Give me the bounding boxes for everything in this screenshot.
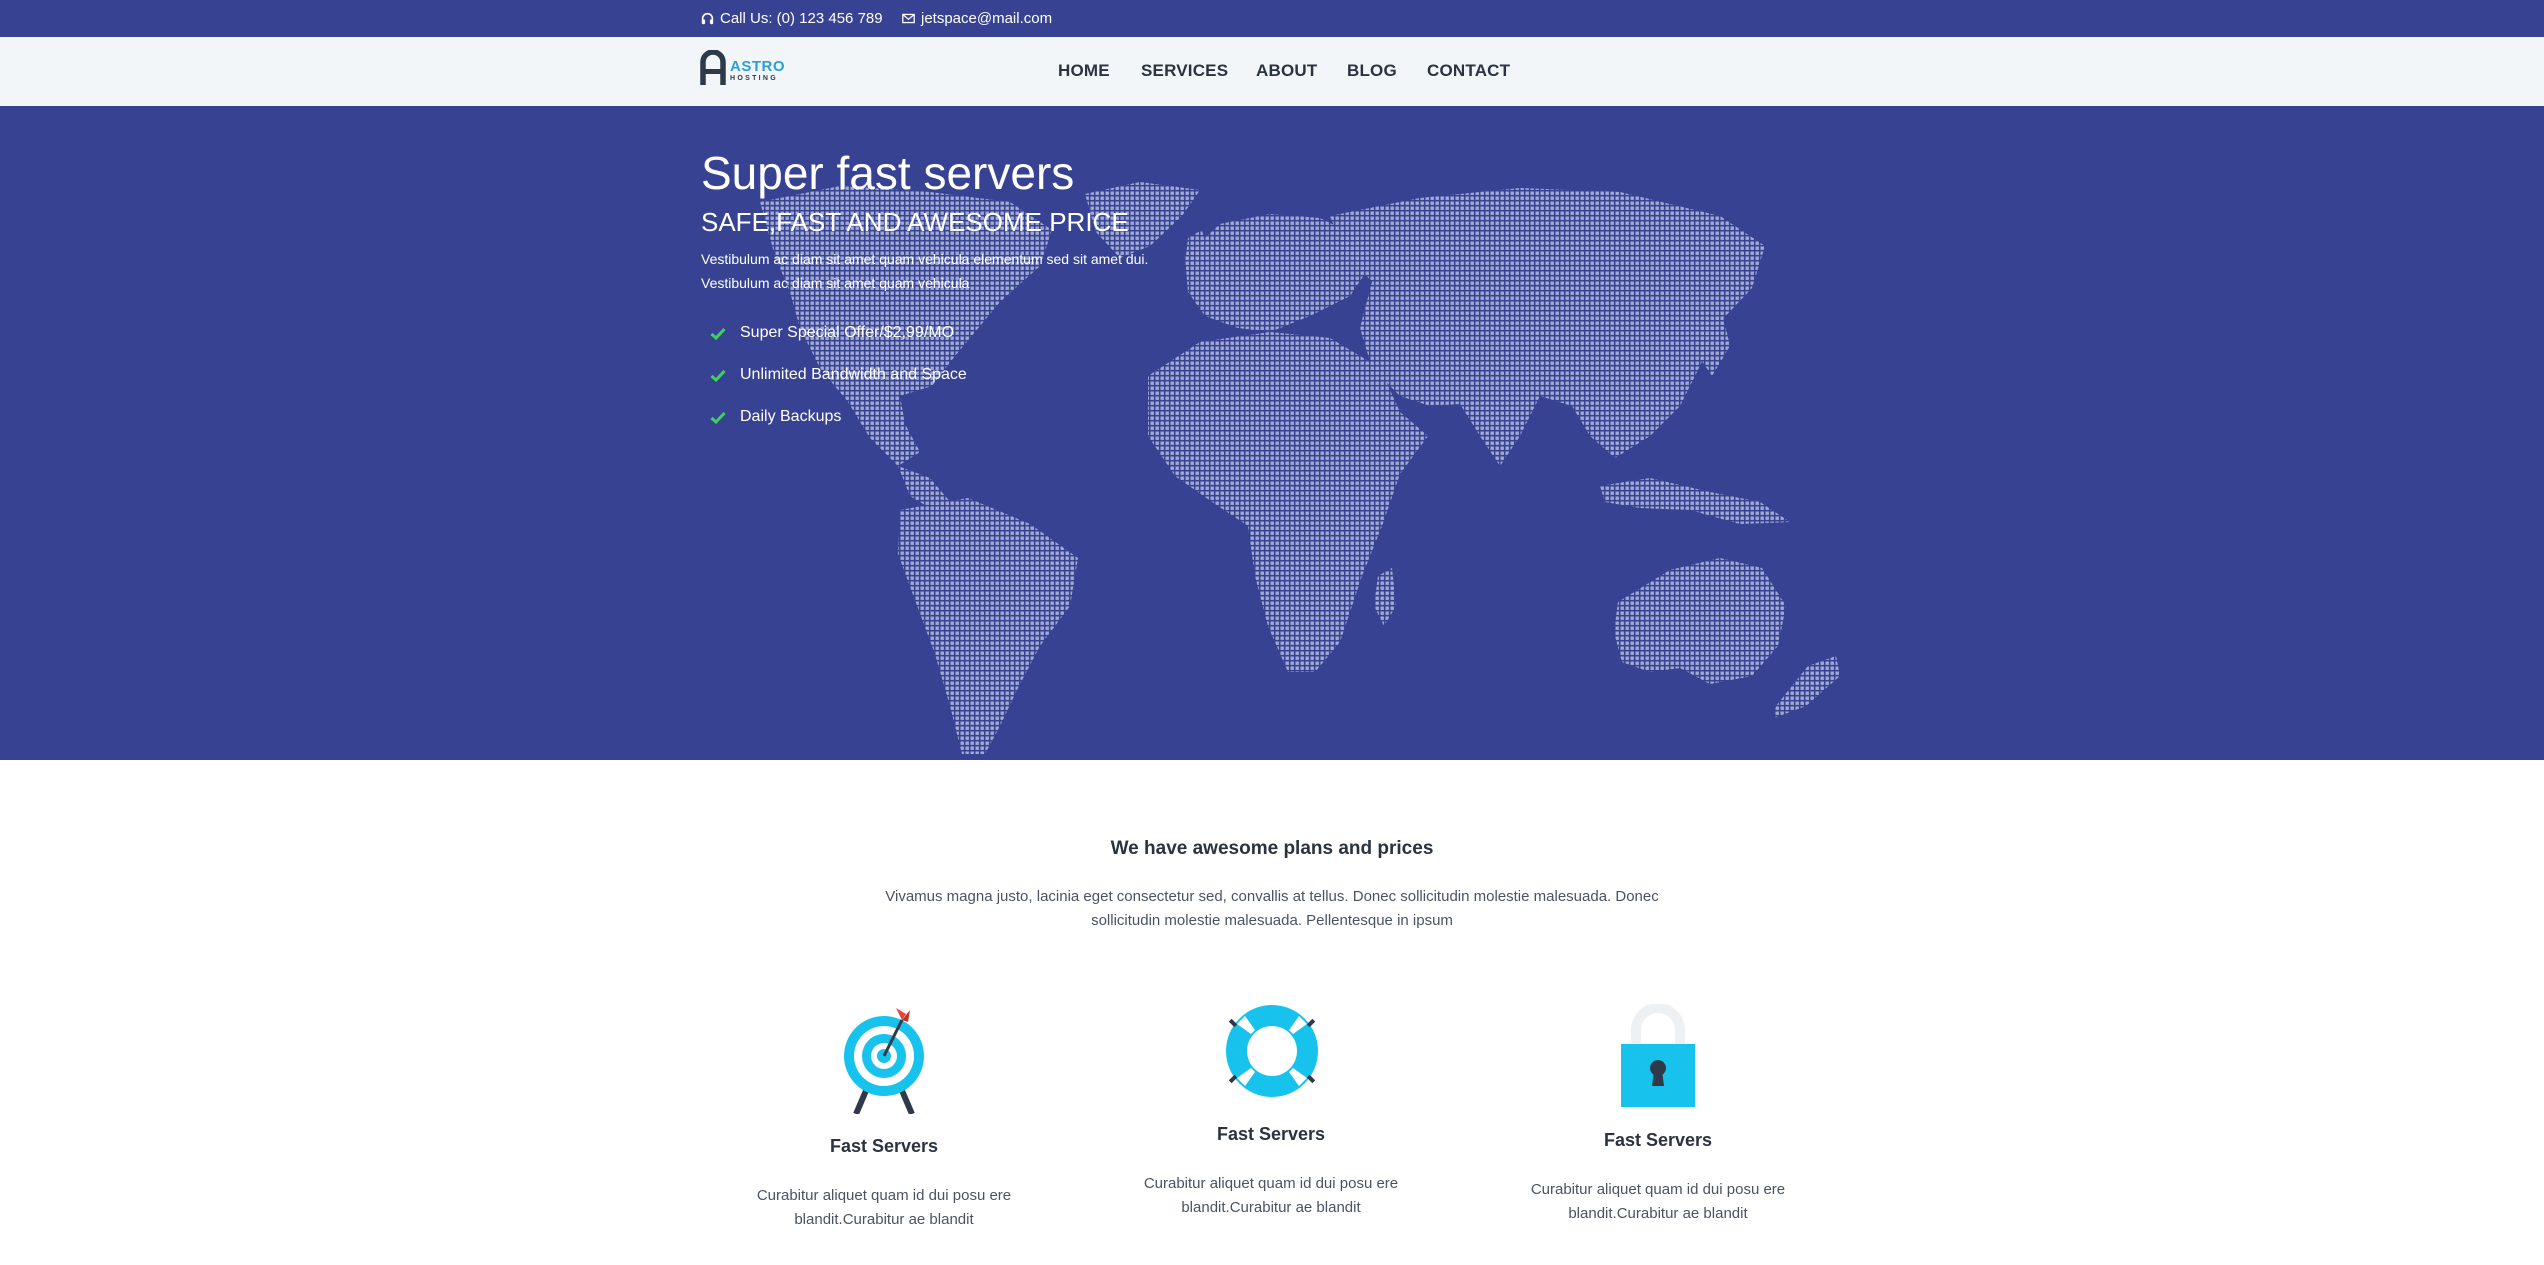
feature-label: Daily Backups xyxy=(740,408,842,425)
logo-name: ASTRO xyxy=(730,57,785,75)
email-text: jetspace@mail.com xyxy=(921,9,1053,27)
hero-description-line-1: Vestibulum ac diam sit amet quam vehicul… xyxy=(701,251,1149,267)
hero-title: Super fast servers xyxy=(701,147,1075,199)
nav-blog[interactable]: BLOG xyxy=(1347,61,1397,81)
nav-contact[interactable]: CONTACT xyxy=(1427,61,1510,81)
hero-description: Vestibulum ac diam sit amet quam vehicul… xyxy=(701,247,1221,295)
feature-card: Fast Servers Curabitur aliquet quam id d… xyxy=(734,1000,1034,1240)
phone-text: Call Us: (0) 123 456 789 xyxy=(720,9,883,27)
target-icon xyxy=(840,1006,928,1119)
logo-tagline: HOSTING xyxy=(730,74,778,82)
contact-email[interactable]: jetspace@mail.com xyxy=(902,9,1052,27)
logo-mark-icon xyxy=(700,48,726,91)
check-icon xyxy=(710,369,726,382)
envelope-icon xyxy=(902,13,915,24)
lifebuoy-icon xyxy=(1225,1004,1319,1103)
site-header: ASTRO HOSTING HOME SERVICES ABOUT BLOG C… xyxy=(0,37,2544,106)
hero-description-line-2: Vestibulum ac diam sit amet quam vehicul… xyxy=(701,275,970,291)
nav-services[interactable]: SERVICES xyxy=(1141,61,1228,81)
card-title: Fast Servers xyxy=(1603,1130,1713,1150)
check-icon xyxy=(710,327,726,340)
feature-item: Super Special Offer/$2,99/MO xyxy=(710,322,954,344)
check-icon xyxy=(710,411,726,424)
padlock-icon xyxy=(1620,1003,1696,1113)
feature-label: Unlimited Bandwidth and Space xyxy=(740,366,967,383)
card-title: Fast Servers xyxy=(1216,1124,1326,1144)
nav-about[interactable]: ABOUT xyxy=(1256,61,1317,81)
hero-banner: Super fast servers SAFE,FAST AND AWESOME… xyxy=(0,106,2544,760)
contact-phone[interactable]: Call Us: (0) 123 456 789 xyxy=(701,9,883,27)
feature-card: Fast Servers Curabitur aliquet quam id d… xyxy=(1121,1000,1421,1240)
plans-description: Vivamus magna justo, lacinia eget consec… xyxy=(885,888,1659,929)
feature-item: Unlimited Bandwidth and Space xyxy=(710,364,967,386)
feature-card: Fast Servers Curabitur aliquet quam id d… xyxy=(1508,1000,1808,1240)
headphones-icon xyxy=(701,12,714,25)
world-map-image xyxy=(760,182,1840,754)
nav-home[interactable]: HOME xyxy=(1058,61,1110,81)
plans-title: We have awesome plans and prices xyxy=(1110,838,1434,859)
card-text: Curabitur aliquet quam id dui posu ere b… xyxy=(756,1187,1012,1228)
card-text: Curabitur aliquet quam id dui posu ere b… xyxy=(1530,1181,1786,1222)
feature-item: Daily Backups xyxy=(710,406,841,428)
card-title: Fast Servers xyxy=(829,1136,939,1156)
top-bar: Call Us: (0) 123 456 789 jetspace@mail.c… xyxy=(0,0,2544,37)
card-text: Curabitur aliquet quam id dui posu ere b… xyxy=(1143,1175,1399,1216)
logo[interactable]: ASTRO HOSTING xyxy=(700,48,790,91)
hero-subtitle: SAFE,FAST AND AWESOME PRICE xyxy=(701,207,1129,237)
feature-label: Super Special Offer/$2,99/MO xyxy=(740,324,955,341)
